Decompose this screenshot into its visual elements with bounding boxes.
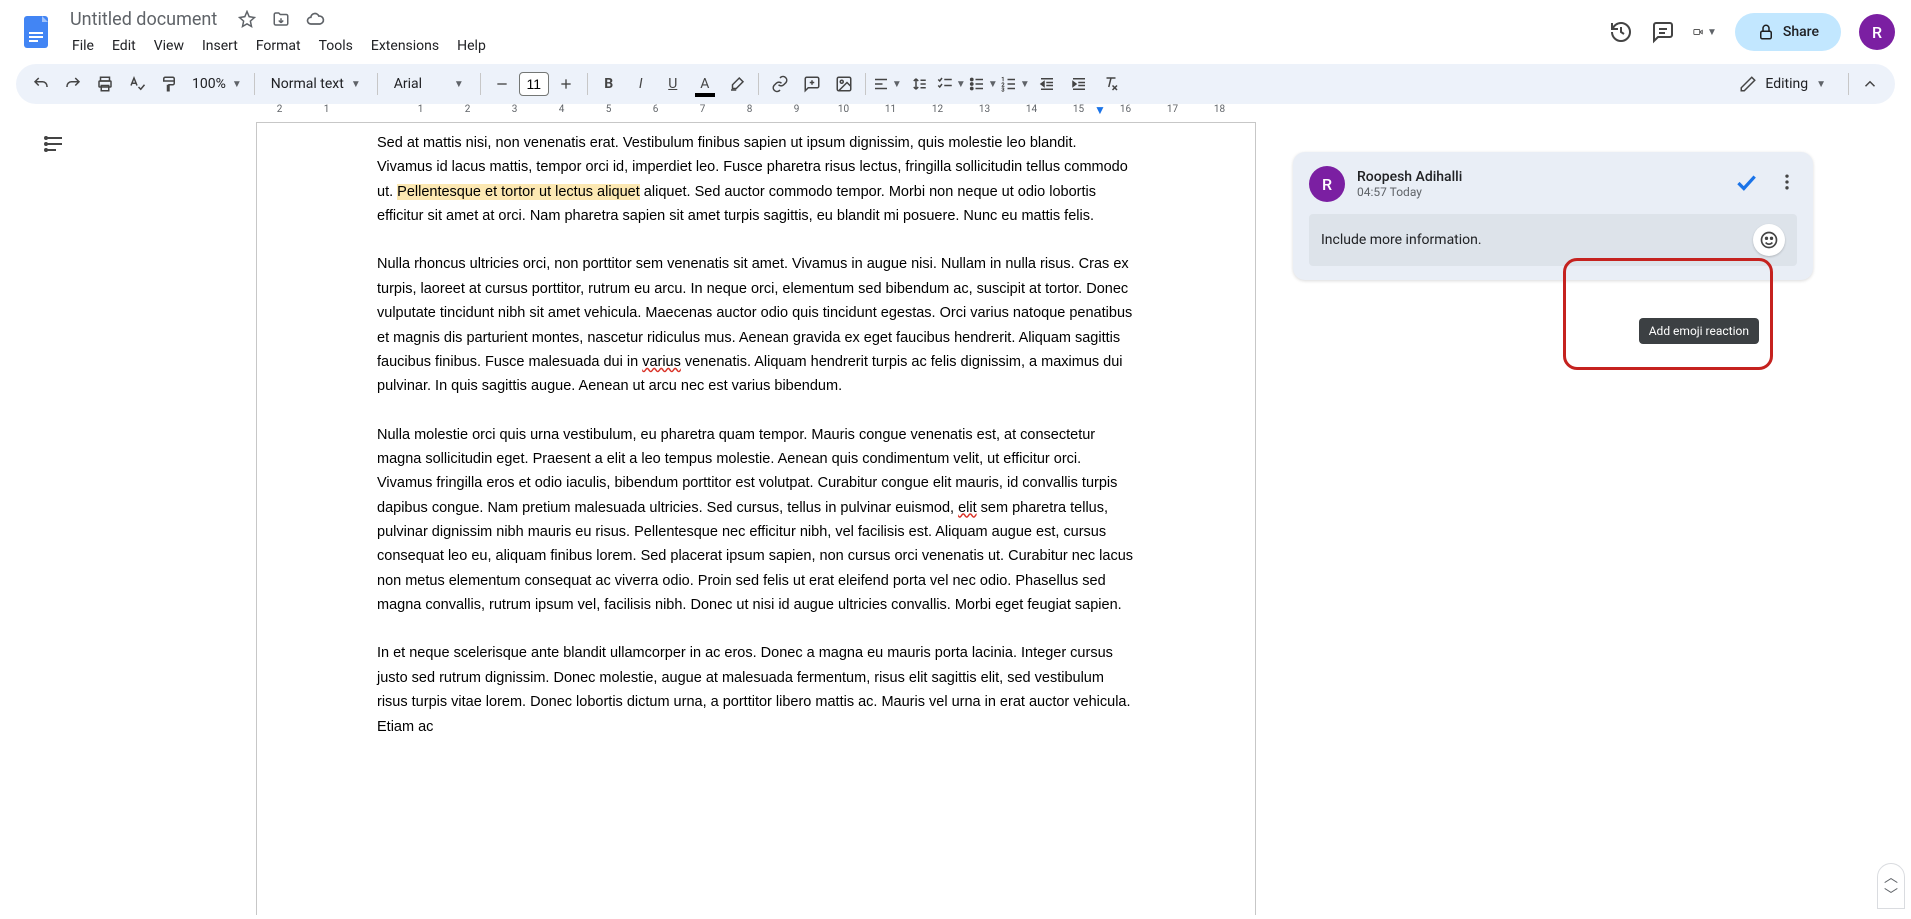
move-icon[interactable] — [271, 9, 291, 29]
increase-font-button[interactable] — [551, 69, 581, 99]
line-spacing-button[interactable] — [904, 69, 934, 99]
svg-text:3: 3 — [1001, 88, 1004, 94]
align-button[interactable]: ▼ — [872, 69, 902, 99]
add-comment-button[interactable] — [797, 69, 827, 99]
horizontal-ruler[interactable]: 2 1 1 2 3 4 5 6 7 8 9 10 11 12 13 14 15 … — [256, 104, 1243, 122]
add-emoji-reaction-button[interactable] — [1753, 224, 1785, 256]
history-icon[interactable] — [1609, 20, 1633, 44]
decrease-indent-button[interactable] — [1032, 69, 1062, 99]
tooltip: Add emoji reaction — [1639, 318, 1759, 344]
highlighted-text[interactable]: Pellentesque et tortor ut lectus aliquet — [397, 184, 640, 200]
mode-select[interactable]: Editing ▼ — [1723, 75, 1842, 93]
chevron-up-icon: ︿ — [1882, 870, 1900, 884]
underline-button[interactable]: U — [658, 69, 688, 99]
increase-indent-button[interactable] — [1064, 69, 1094, 99]
highlight-color-button[interactable] — [722, 69, 752, 99]
lock-icon — [1757, 23, 1775, 41]
comments-icon[interactable] — [1651, 20, 1675, 44]
explore-button[interactable]: ︿ ﹀ — [1877, 863, 1905, 909]
share-button[interactable]: Share — [1735, 13, 1841, 51]
redo-button[interactable] — [58, 69, 88, 99]
commenter-avatar: R — [1309, 166, 1345, 202]
menu-extensions[interactable]: Extensions — [363, 34, 447, 58]
text-color-button[interactable]: A — [690, 69, 720, 99]
numbered-list-button[interactable]: 123▼ — [1000, 69, 1030, 99]
star-icon[interactable] — [237, 9, 257, 29]
workspace: 2 1 1 2 3 4 5 6 7 8 9 10 11 12 13 14 15 … — [0, 104, 1911, 915]
paragraph[interactable]: Nulla rhoncus ultricies orci, non portti… — [377, 252, 1135, 398]
menu-file[interactable]: File — [64, 34, 102, 58]
toolbar: 100%▼ Normal text▼ Arial▼ B I U A ▼ ▼ ▼ … — [16, 64, 1895, 104]
paragraph[interactable]: Nulla molestie orci quis urna vestibulum… — [377, 423, 1135, 618]
menu-insert[interactable]: Insert — [194, 34, 246, 58]
menu-tools[interactable]: Tools — [311, 34, 361, 58]
paragraph-style-select[interactable]: Normal text▼ — [261, 76, 371, 92]
checklist-button[interactable]: ▼ — [936, 69, 966, 99]
italic-button[interactable]: I — [626, 69, 656, 99]
account-avatar[interactable]: R — [1859, 14, 1895, 50]
bulleted-list-button[interactable]: ▼ — [968, 69, 998, 99]
menu-help[interactable]: Help — [449, 34, 494, 58]
decrease-font-button[interactable] — [487, 69, 517, 99]
spellcheck-button[interactable] — [122, 69, 152, 99]
menu-bar: File Edit View Insert Format Tools Exten… — [64, 34, 494, 58]
zoom-select[interactable]: 100%▼ — [186, 76, 248, 92]
insert-link-button[interactable] — [765, 69, 795, 99]
font-family-select[interactable]: Arial▼ — [384, 76, 474, 92]
comment-body: Include more information. — [1309, 214, 1797, 266]
commenter-name: Roopesh Adihalli — [1357, 169, 1462, 185]
app-header: Untitled document File Edit View Insert … — [0, 0, 1911, 64]
collapse-toolbar-button[interactable] — [1855, 69, 1885, 99]
paint-format-button[interactable] — [154, 69, 184, 99]
bold-button[interactable]: B — [594, 69, 624, 99]
document-page[interactable]: Sed at mattis nisi, non venenatis erat. … — [256, 122, 1256, 915]
docs-logo-icon[interactable] — [16, 12, 56, 52]
title-area: Untitled document File Edit View Insert … — [64, 7, 494, 58]
comment-card[interactable]: R Roopesh Adihalli 04:57 Today Include m… — [1293, 152, 1813, 280]
pencil-icon — [1739, 75, 1757, 93]
clear-formatting-button[interactable] — [1096, 69, 1126, 99]
resolve-comment-button[interactable] — [1733, 169, 1759, 199]
menu-edit[interactable]: Edit — [104, 34, 144, 58]
comment-more-button[interactable] — [1777, 172, 1797, 196]
print-button[interactable] — [90, 69, 120, 99]
cloud-status-icon[interactable] — [305, 9, 325, 29]
meet-button[interactable]: ▼ — [1693, 20, 1717, 44]
font-size-input[interactable] — [519, 72, 549, 96]
menu-view[interactable]: View — [146, 34, 192, 58]
undo-button[interactable] — [26, 69, 56, 99]
paragraph[interactable]: In et neque scelerisque ante blandit ull… — [377, 641, 1135, 738]
document-title[interactable]: Untitled document — [64, 7, 223, 32]
share-label: Share — [1783, 24, 1819, 40]
insert-image-button[interactable] — [829, 69, 859, 99]
chevron-down-icon: ﹀ — [1882, 888, 1900, 902]
comment-timestamp: 04:57 Today — [1357, 185, 1462, 199]
menu-format[interactable]: Format — [248, 34, 309, 58]
paragraph[interactable]: Sed at mattis nisi, non venenatis erat. … — [377, 131, 1135, 228]
comment-text: Include more information. — [1321, 232, 1482, 248]
